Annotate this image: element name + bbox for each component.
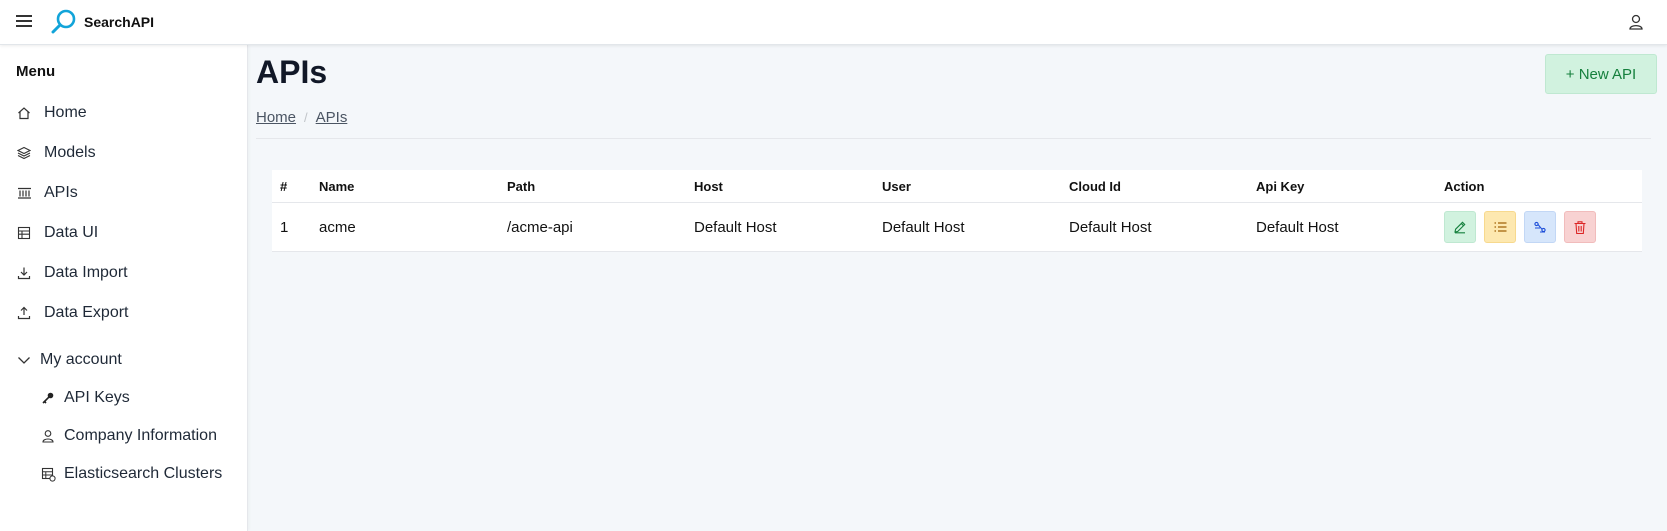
connection-icon [1534,221,1546,233]
table-row: 1 acme /acme-api Default Host Default Ho… [272,203,1642,252]
download-icon [16,265,32,281]
sidebar-item-label: Elasticsearch Clusters [64,465,223,482]
column-header-user: User [882,179,911,194]
user-icon[interactable] [1627,13,1645,31]
header-divider [256,138,1651,139]
pencil-icon [1454,221,1466,234]
cell-host: Default Host [694,219,777,236]
cell-path: /acme-api [507,219,573,236]
key-icon [40,390,56,406]
cell-api-key: Default Host [1256,219,1339,236]
cell-number: 1 [280,219,289,236]
sidebar: Menu Home Models APIs Data UI Data Impor… [0,45,248,531]
home-icon [16,105,32,121]
table-header: # Name Path Host User Cloud Id Api Key A… [272,170,1642,203]
cluster-icon [40,466,56,482]
sidebar-item-data-ui[interactable]: Data UI [16,218,98,248]
delete-button[interactable] [1564,211,1596,243]
column-header-cloud-id: Cloud Id [1069,179,1121,194]
top-bar: SearchAPI [0,0,1667,45]
sidebar-item-apis[interactable]: APIs [16,178,78,208]
api-icon [16,185,32,201]
sidebar-item-label: Data Export [44,304,129,321]
sidebar-item-label: API Keys [64,389,130,406]
column-header-path: Path [507,179,536,194]
apis-table: # Name Path Host User Cloud Id Api Key A… [272,170,1642,252]
breadcrumb-home[interactable]: Home [256,109,296,126]
new-api-button[interactable]: + New API [1545,54,1657,94]
breadcrumb-apis[interactable]: APIs [316,109,348,126]
sidebar-item-label: Company Information [64,427,217,444]
user-icon [40,428,56,444]
sidebar-item-label: APIs [44,184,78,201]
sidebar-item-label: Data UI [44,224,99,241]
menu-icon[interactable] [16,15,32,29]
column-header-action: Action [1444,179,1485,194]
breadcrumb-separator: / [304,110,308,125]
column-header-number: # [280,179,288,194]
sidebar-item-label: Home [44,104,87,121]
sidebar-item-home[interactable]: Home [16,98,87,128]
brand-name[interactable]: SearchAPI [84,14,154,30]
sidebar-item-label: Models [44,144,96,161]
sidebar-item-models[interactable]: Models [16,138,96,168]
list-icon [1494,222,1506,232]
link-button[interactable] [1524,211,1556,243]
menu-title: Menu [16,63,56,80]
chevron-down-icon [16,352,32,368]
cell-cloud-id: Default Host [1069,219,1152,236]
sidebar-item-company-information[interactable]: Company Information [40,421,217,451]
search-logo-icon [51,9,76,34]
list-button[interactable] [1484,211,1516,243]
sidebar-group-label: My account [40,351,122,368]
page-title: APIs [256,54,328,90]
column-header-api-key: Api Key [1256,179,1305,194]
layers-icon [16,145,32,161]
trash-icon [1574,220,1586,234]
column-header-name: Name [319,179,355,194]
cell-name: acme [319,219,356,236]
column-header-host: Host [694,179,723,194]
sidebar-item-api-keys[interactable]: API Keys [40,383,130,413]
upload-icon [16,305,32,321]
sidebar-item-data-import[interactable]: Data Import [16,258,128,288]
sidebar-item-label: Data Import [44,264,128,281]
cell-user: Default Host [882,219,965,236]
sidebar-item-data-export[interactable]: Data Export [16,298,128,328]
sidebar-group-my-account[interactable]: My account [16,345,122,375]
edit-button[interactable] [1444,211,1476,243]
table-icon [16,225,32,241]
sidebar-item-elasticsearch-clusters[interactable]: Elasticsearch Clusters [40,459,222,489]
breadcrumb: Home / APIs [256,109,347,126]
